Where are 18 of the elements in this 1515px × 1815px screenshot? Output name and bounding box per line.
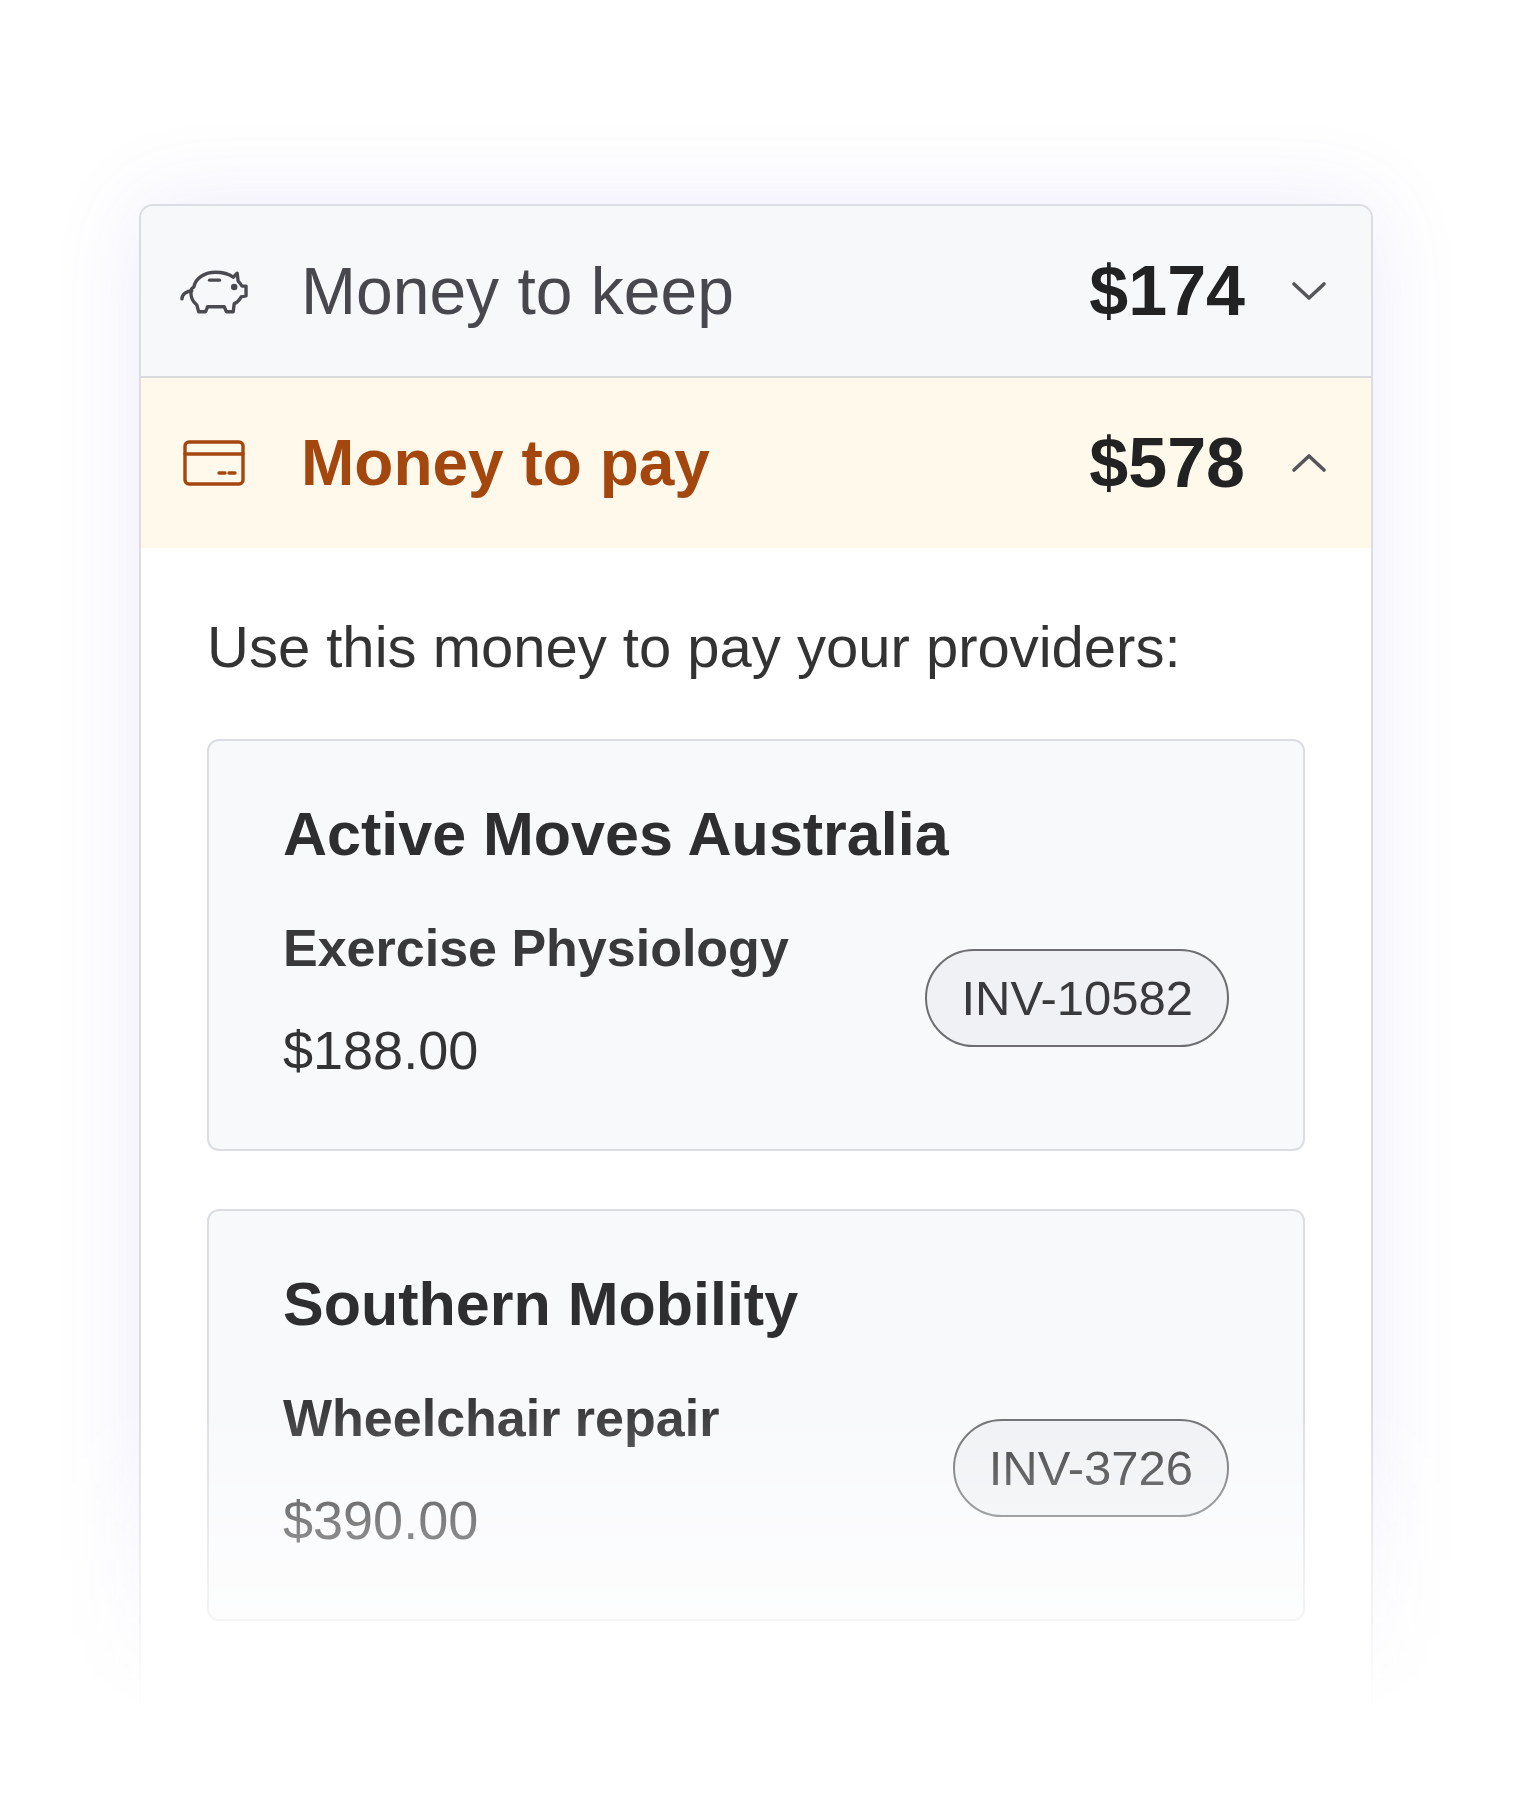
section-amount: $174: [1089, 251, 1245, 331]
service-name: Exercise Physiology: [283, 918, 790, 979]
section-amount: $578: [1089, 423, 1245, 503]
chevron-up-icon[interactable]: [1291, 453, 1327, 473]
accordion-header[interactable]: Money to keep $174: [141, 206, 1371, 376]
section-description: Use this money to pay your providers:: [207, 613, 1182, 681]
section-title: Money to keep: [301, 253, 735, 329]
section-title: Money to pay: [301, 426, 711, 500]
chevron-down-icon[interactable]: [1291, 281, 1327, 301]
provider-name: Active Moves Australia: [283, 799, 950, 870]
invoice-badge: INV-3726: [952, 1418, 1229, 1517]
invoice-badge: INV-10582: [925, 948, 1229, 1047]
credit-card-icon: [182, 440, 245, 486]
provider-name: Southern Mobility: [283, 1269, 800, 1340]
accordion-header[interactable]: Money to pay $578: [141, 378, 1371, 548]
service-name: Wheelchair repair: [283, 1388, 721, 1449]
invoice-amount: $390.00: [283, 1489, 480, 1552]
invoice-amount: $188.00: [283, 1019, 480, 1082]
